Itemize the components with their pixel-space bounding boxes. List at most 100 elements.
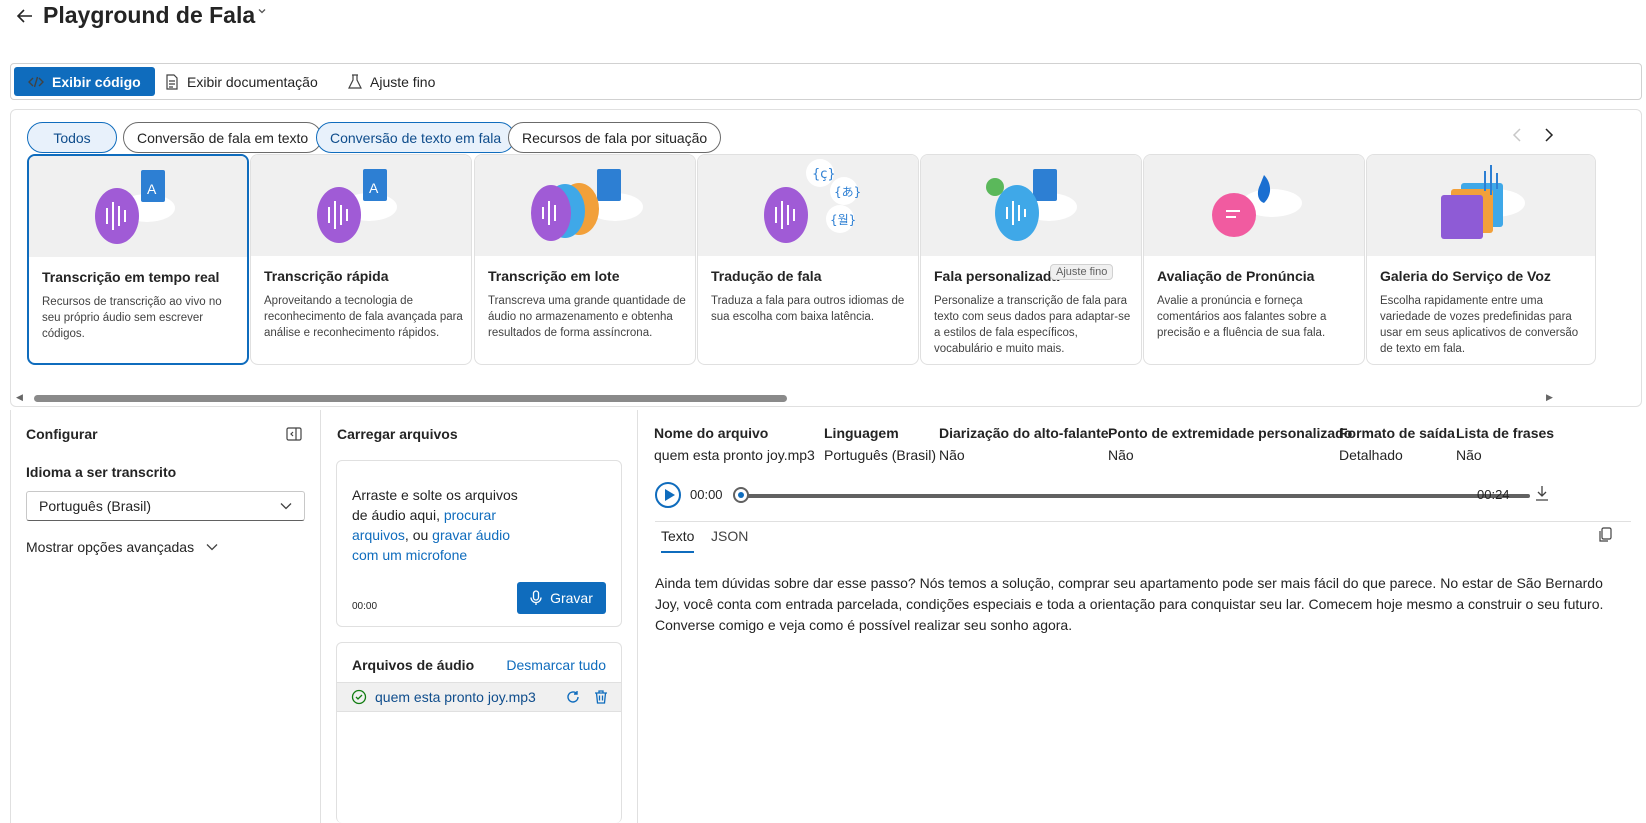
fine-tune-label: Ajuste fino: [370, 73, 436, 90]
card-illustration: [1144, 155, 1364, 256]
code-icon: [28, 76, 44, 87]
flask-icon: [348, 73, 362, 89]
meta-key: Ponto de extremidade personalizado: [1108, 425, 1353, 441]
meta-output-format: Formato de saída Detalhado: [1339, 425, 1455, 463]
copy-icon[interactable]: [1598, 527, 1612, 546]
card-illustration: A: [29, 156, 247, 257]
gallery-prev-icon[interactable]: [1511, 126, 1523, 147]
document-icon: [166, 73, 178, 90]
unmark-all-link[interactable]: Desmarcar tudo: [506, 657, 606, 673]
language-label: Idioma a ser transcrito: [26, 464, 177, 480]
dropzone-text: Arraste e solte os arquivos de áudio aqu…: [352, 485, 522, 565]
meta-key: Nome do arquivo: [654, 425, 769, 441]
view-docs-button[interactable]: Exibir documentação: [151, 67, 332, 96]
scroll-right-icon[interactable]: ▶: [1546, 392, 1553, 403]
title-chevron-down-icon[interactable]: [257, 6, 267, 19]
card-description: Personalize a transcrição de fala para t…: [934, 295, 1131, 355]
card-illustration: [921, 155, 1141, 256]
tab-json[interactable]: JSON: [711, 528, 748, 551]
file-dropzone[interactable]: Arraste e solte os arquivos de áudio aqu…: [336, 460, 622, 627]
view-docs-label: Exibir documentação: [187, 73, 318, 90]
chevron-down-icon: [280, 503, 292, 510]
audio-player: 00:00 00:24: [655, 480, 1631, 512]
language-select-value: Português (Brasil): [39, 498, 152, 514]
meta-value: Detalhado: [1339, 447, 1403, 463]
speech-wave-icon: A: [317, 169, 397, 243]
card-voice-gallery[interactable]: Galeria do Serviço de Voz Escolha rapida…: [1366, 154, 1596, 365]
card-description: Transcreva uma grande quantidade de áudi…: [488, 295, 686, 339]
meta-file-name: Nome do arquivo quem esta pronto joy.mp3: [654, 425, 815, 463]
card-batch-transcription[interactable]: Transcrição em lote Transcreva uma grand…: [474, 154, 696, 365]
tab-text[interactable]: Texto: [661, 528, 695, 553]
card-title: Galeria do Serviço de Voz: [1380, 268, 1551, 284]
page-title: Playground de Fala: [43, 2, 256, 28]
meta-diarization: Diarização do alto-falante Não: [939, 425, 1109, 463]
file-name: quem esta pronto joy.mp3: [375, 689, 536, 705]
card-title: Tradução de fala: [711, 268, 822, 284]
transcript-text: Ainda tem dúvidas sobre dar esse passo? …: [655, 575, 1604, 633]
card-pronunciation-assessment[interactable]: Avaliação de Pronúncia Avalie a pronúnci…: [1143, 154, 1365, 365]
filter-speech-to-text[interactable]: Conversão de fala em texto: [123, 122, 323, 153]
meta-key: Lista de frases: [1456, 425, 1555, 441]
advanced-options-label: Mostrar opções avançadas: [26, 539, 195, 555]
dropzone-or: , ou: [404, 527, 429, 543]
card-illustration: A: [251, 155, 471, 256]
card-illustration: {ç} {あ} {월}: [698, 155, 918, 256]
seek-handle[interactable]: [733, 487, 749, 503]
meta-key: Formato de saída: [1339, 425, 1455, 441]
meta-value: Não: [1108, 447, 1134, 463]
card-speech-translation[interactable]: {ç} {あ} {월} Tradução de fala Traduza a f…: [697, 154, 919, 365]
scrollbar-thumb[interactable]: [34, 395, 787, 402]
trash-icon[interactable]: [593, 689, 609, 705]
scroll-left-icon[interactable]: ◀: [16, 392, 23, 403]
page-header: Playground de Fala: [0, 0, 1646, 40]
microphone-icon: [530, 590, 542, 605]
view-code-button[interactable]: Exibir código: [14, 67, 155, 96]
card-description: Traduza a fala para outros idiomas de su…: [711, 295, 905, 323]
gallery-next-icon[interactable]: [1543, 126, 1555, 147]
total-time: 00:24: [1477, 487, 1510, 502]
card-title: Transcrição rápida: [264, 268, 389, 284]
file-actions: [565, 689, 609, 705]
gallery-scrollbar[interactable]: ◀ ▶: [10, 392, 1642, 404]
collapse-panel-icon[interactable]: [286, 427, 302, 444]
meta-value: Português (Brasil): [824, 447, 937, 463]
list-item[interactable]: quem esta pronto joy.mp3: [337, 682, 621, 712]
back-arrow-icon[interactable]: [15, 6, 37, 28]
svg-text:{あ}: {あ}: [834, 185, 861, 199]
download-icon[interactable]: [1535, 485, 1549, 504]
filter-all[interactable]: Todos: [27, 122, 117, 153]
check-circle-icon: [351, 689, 367, 705]
card-fast-transcription[interactable]: A Transcrição rápida Aproveitando a tecn…: [250, 154, 472, 365]
filter-text-to-speech[interactable]: Conversão de texto em fala: [316, 122, 516, 153]
fine-tune-button[interactable]: Ajuste fino: [334, 67, 449, 96]
svg-text:{월}: {월}: [830, 213, 856, 227]
record-button[interactable]: Gravar: [517, 582, 606, 614]
seek-track[interactable]: [740, 494, 1530, 498]
card-custom-speech[interactable]: Fala personalizada Ajuste fino Personali…: [920, 154, 1142, 365]
card-illustration: [475, 155, 695, 256]
retry-icon[interactable]: [565, 689, 581, 705]
upload-title: Carregar arquivos: [337, 426, 458, 442]
toolbar: Exibir código Exibir documentação Ajuste…: [10, 63, 1642, 100]
language-select[interactable]: Português (Brasil): [26, 491, 305, 521]
advanced-options-toggle[interactable]: Mostrar opções avançadas: [26, 539, 218, 555]
meta-custom-endpoint: Ponto de extremidade personalizado Não: [1108, 425, 1352, 463]
play-icon[interactable]: [655, 482, 681, 508]
meta-key: Linguagem: [824, 425, 899, 441]
meta-value: Não: [1456, 447, 1482, 463]
meta-value: quem esta pronto joy.mp3: [654, 447, 815, 463]
svg-text:{ç}: {ç}: [812, 167, 836, 182]
card-realtime-transcription[interactable]: A Transcrição em tempo real Recursos de …: [27, 154, 249, 365]
filter-by-situation[interactable]: Recursos de fala por situação: [508, 122, 722, 153]
card-description: Avalie a pronúncia e forneça comentários…: [1157, 295, 1327, 339]
card-title: Transcrição em tempo real: [42, 269, 220, 285]
translation-icon: {ç} {あ} {월}: [764, 159, 861, 243]
card-title: Avaliação de Pronúncia: [1157, 268, 1315, 284]
card-title: Fala personalizada: [934, 268, 1060, 284]
record-timer: 00:00: [352, 601, 378, 612]
speech-wave-icon: A: [95, 170, 175, 244]
meta-language: Linguagem Português (Brasil): [824, 425, 936, 463]
stacked-waves-icon: [531, 169, 643, 241]
divider: [655, 521, 1631, 522]
